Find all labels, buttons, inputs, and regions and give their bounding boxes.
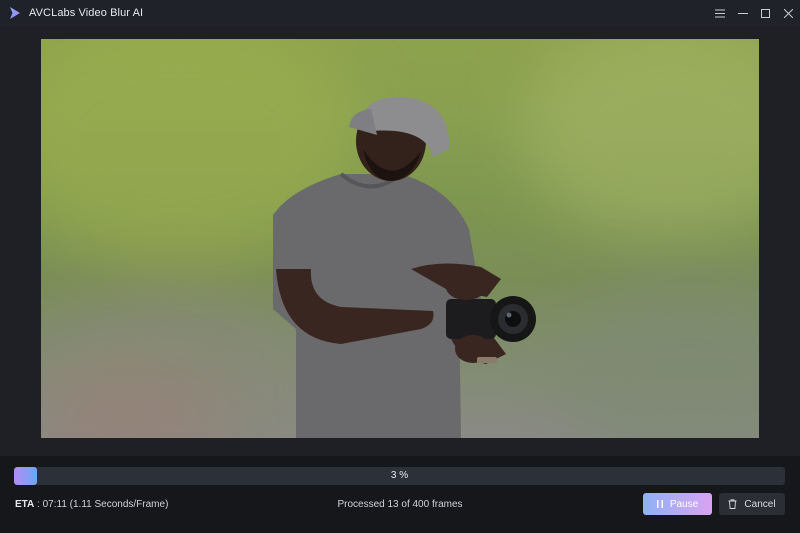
- close-icon[interactable]: [777, 0, 800, 26]
- pause-icon: [656, 500, 663, 508]
- trash-icon: [728, 499, 737, 509]
- eta-status: ETA : 07:11 (1.11 Seconds/Frame): [15, 499, 168, 510]
- eta-value: : 07:11 (1.11 Seconds/Frame): [34, 499, 169, 510]
- progress-bar: 3 %: [14, 467, 785, 485]
- app-title: AVCLabs Video Blur AI: [29, 7, 144, 19]
- eta-label: ETA: [15, 499, 35, 510]
- pause-button-label: Pause: [669, 498, 699, 510]
- menu-icon[interactable]: [708, 0, 731, 26]
- title-bar: AVCLabs Video Blur AI: [0, 0, 800, 26]
- video-preview: [41, 39, 759, 438]
- window-controls: [708, 0, 800, 26]
- maximize-icon[interactable]: [754, 0, 777, 26]
- progress-percent-label: 3 %: [390, 470, 409, 481]
- app-logo-icon: [9, 6, 21, 20]
- person-with-camera-image: [273, 97, 536, 438]
- cancel-button[interactable]: Cancel: [719, 493, 785, 515]
- minimize-icon[interactable]: [731, 0, 754, 26]
- preview-area: [0, 26, 800, 456]
- progress-panel: 3 % ETA : 07:11 (1.11 Seconds/Frame) Pro…: [0, 456, 800, 533]
- pause-button[interactable]: Pause: [643, 493, 712, 515]
- cancel-button-label: Cancel: [744, 498, 776, 510]
- processed-frames-text: Processed 13 of 400 frames: [337, 499, 463, 510]
